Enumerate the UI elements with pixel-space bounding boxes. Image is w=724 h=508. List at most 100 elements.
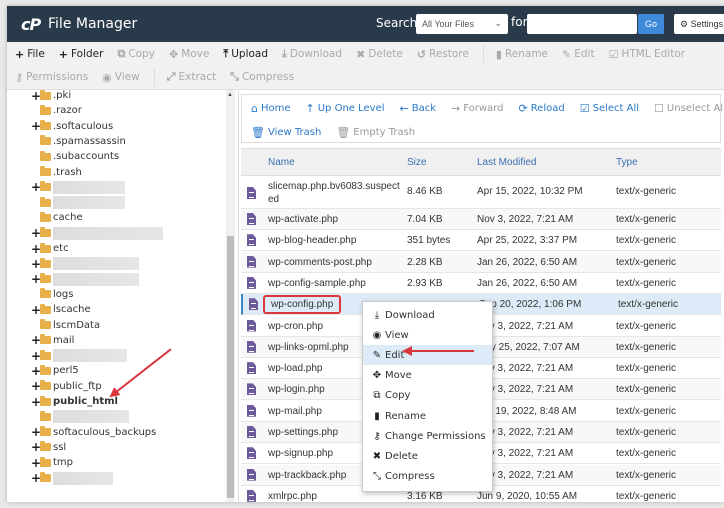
tree-folder-item[interactable]: .razor <box>31 103 82 118</box>
file-name[interactable]: wp-cron.php <box>268 321 323 332</box>
context-menu-copy[interactable]: ⧉ Copy <box>363 386 492 406</box>
nav-forward-button[interactable]: → Forward <box>451 102 503 115</box>
tree-folder-item[interactable]: logs <box>31 287 73 302</box>
tree-folder-item[interactable]: .subaccounts <box>31 149 119 164</box>
settings-button[interactable]: ⚙ Settings <box>674 14 724 34</box>
file-name[interactable]: wp-config.php <box>263 295 342 315</box>
tree-folder-item[interactable] <box>31 409 129 424</box>
context-menu-view[interactable]: ◉ View <box>363 325 492 345</box>
toolbar-move-button[interactable]: ✥ Move <box>169 48 209 61</box>
expand-plus-icon[interactable]: + <box>31 395 41 409</box>
toolbar-view-button[interactable]: ◉ View <box>102 71 140 84</box>
expand-plus-icon[interactable]: + <box>31 119 41 133</box>
tree-folder-item[interactable]: + <box>31 226 163 241</box>
expand-plus-icon[interactable]: + <box>31 242 41 256</box>
toolbar-folder-button[interactable]: + Folder <box>59 48 104 61</box>
file-name[interactable]: wp-load.php <box>268 363 322 374</box>
expand-plus-icon[interactable]: + <box>31 272 41 286</box>
go-button[interactable]: Go <box>638 14 664 34</box>
nav-view-trash-button[interactable]: 🗑 View Trash <box>251 126 321 139</box>
search-scope-select[interactable]: All Your Files ⌄ <box>416 14 508 34</box>
nav-back-button[interactable]: ← Back <box>400 102 437 115</box>
nav-unselect-all-button[interactable]: ☐ Unselect All <box>654 102 724 115</box>
file-name[interactable]: wp-links-opml.php <box>268 342 349 353</box>
expand-plus-icon[interactable]: + <box>31 379 41 393</box>
expand-plus-icon[interactable]: + <box>31 425 41 439</box>
expand-plus-icon[interactable]: + <box>31 456 41 470</box>
tree-folder-item[interactable]: + etc <box>31 241 69 256</box>
expand-plus-icon[interactable]: + <box>31 471 41 485</box>
table-row[interactable]: wp-blog-header.php 351 bytes Apr 25, 2022,… <box>241 230 721 252</box>
tree-folder-item[interactable]: .spamassassin <box>31 134 126 149</box>
tree-folder-item[interactable]: + ssl <box>31 440 66 455</box>
column-header-name[interactable]: Name <box>268 157 295 168</box>
tree-folder-item[interactable]: + .softaculous <box>31 119 113 134</box>
toolbar-upload-button[interactable]: ⤒ Upload <box>223 47 268 61</box>
tree-scrollbar[interactable]: ▲ <box>226 90 235 502</box>
nav-reload-button[interactable]: ⟳ Reload <box>518 102 564 115</box>
toolbar-permissions-button[interactable]: ⚷ Permissions <box>15 71 88 84</box>
table-row[interactable]: slicemap.php.bv6083.suspect ed 8.46 KB Apr… <box>241 177 721 209</box>
toolbar-edit-button[interactable]: ✎ Edit <box>562 48 595 61</box>
table-row[interactable]: wp-config-sample.php 2.93 KB Jan 26, 2022,… <box>241 272 721 294</box>
context-menu-download[interactable]: ⤓ Download <box>363 305 492 325</box>
toolbar-compress-button[interactable]: ⤡ Compress <box>230 70 294 84</box>
file-name[interactable]: wp-config-sample.php <box>268 278 366 289</box>
expand-plus-icon[interactable]: + <box>31 226 41 240</box>
toolbar-copy-button[interactable]: ⧉ Copy <box>117 47 155 61</box>
file-name[interactable]: wp-login.php <box>268 384 325 395</box>
nav-select-all-button[interactable]: ☑ Select All <box>580 102 639 115</box>
context-menu-edit[interactable]: ✎ Edit <box>363 345 492 366</box>
tree-folder-item[interactable]: + lscache <box>31 302 91 317</box>
tree-folder-item[interactable]: + tmp <box>31 455 73 470</box>
expand-plus-icon[interactable]: + <box>31 440 41 454</box>
tree-folder-item[interactable]: lscmData <box>31 318 100 333</box>
tree-folder-item[interactable]: .trash <box>31 165 82 180</box>
file-name[interactable]: xmlrpc.php <box>268 491 317 502</box>
tree-folder-item[interactable]: + mail <box>31 333 74 348</box>
scroll-up-icon[interactable]: ▲ <box>227 92 233 98</box>
toolbar-restore-button[interactable]: ↺ Restore <box>417 48 469 61</box>
tree-folder-item[interactable]: + <box>31 272 139 287</box>
scrollbar-thumb[interactable] <box>227 236 234 498</box>
file-name[interactable]: wp-mail.php <box>268 406 322 417</box>
toolbar-extract-button[interactable]: ⤢ Extract <box>167 70 216 84</box>
table-row[interactable]: wp-activate.php 7.04 KB Nov 3, 2022, 7:21 … <box>241 209 721 230</box>
file-name[interactable]: wp-signup.php <box>268 448 333 459</box>
file-name[interactable]: wp-activate.php <box>268 214 338 225</box>
expand-plus-icon[interactable]: + <box>31 180 41 194</box>
toolbar-delete-button[interactable]: ✖ Delete <box>356 48 403 61</box>
file-name[interactable]: wp-settings.php <box>268 427 338 438</box>
column-header-last-modified[interactable]: Last Modified <box>477 157 536 168</box>
toolbar-download-button[interactable]: ⤓ Download <box>282 47 342 61</box>
file-name[interactable]: wp-blog-header.php <box>268 235 356 246</box>
tree-folder-item[interactable]: + perl5 <box>31 363 79 378</box>
column-header-type[interactable]: Type <box>616 157 638 168</box>
nav-home-button[interactable]: ⌂ Home <box>251 102 291 115</box>
file-name[interactable]: wp-comments-post.php <box>268 257 372 268</box>
expand-plus-icon[interactable]: + <box>31 349 41 363</box>
nav-empty-trash-button[interactable]: 🗑 Empty Trash <box>336 126 415 139</box>
search-input[interactable] <box>527 14 637 34</box>
tree-folder-item[interactable]: + <box>31 180 125 195</box>
tree-folder-item[interactable] <box>31 195 125 210</box>
tree-folder-item[interactable]: + <box>31 256 139 271</box>
context-menu-move[interactable]: ✥ Move <box>363 366 492 386</box>
expand-plus-icon[interactable]: + <box>31 90 41 103</box>
context-menu-compress[interactable]: ⤡ Compress <box>363 467 492 487</box>
table-row[interactable]: wp-comments-post.php 2.28 KB Jan 26, 2022,… <box>241 251 721 273</box>
toolbar-file-button[interactable]: + File <box>15 48 45 61</box>
tree-folder-item[interactable]: + softaculous_backups <box>31 425 156 440</box>
expand-plus-icon[interactable]: + <box>31 303 41 317</box>
nav-up-one-level-button[interactable]: ↑ Up One Level <box>306 102 385 115</box>
file-name[interactable]: slicemap.php.bv6083.suspect ed <box>268 180 400 206</box>
context-menu-change-permissions[interactable]: ⚷ Change Permissions <box>363 426 492 446</box>
expand-plus-icon[interactable]: + <box>31 364 41 378</box>
context-menu-delete[interactable]: ✖ Delete <box>363 446 492 466</box>
column-header-size[interactable]: Size <box>407 157 426 168</box>
tree-folder-item[interactable]: cache <box>31 210 83 225</box>
tree-folder-item[interactable]: + public_html <box>31 394 118 409</box>
context-menu-rename[interactable]: ▮ Rename <box>363 406 492 426</box>
expand-plus-icon[interactable]: + <box>31 333 41 347</box>
tree-folder-item[interactable]: + <box>31 471 113 486</box>
